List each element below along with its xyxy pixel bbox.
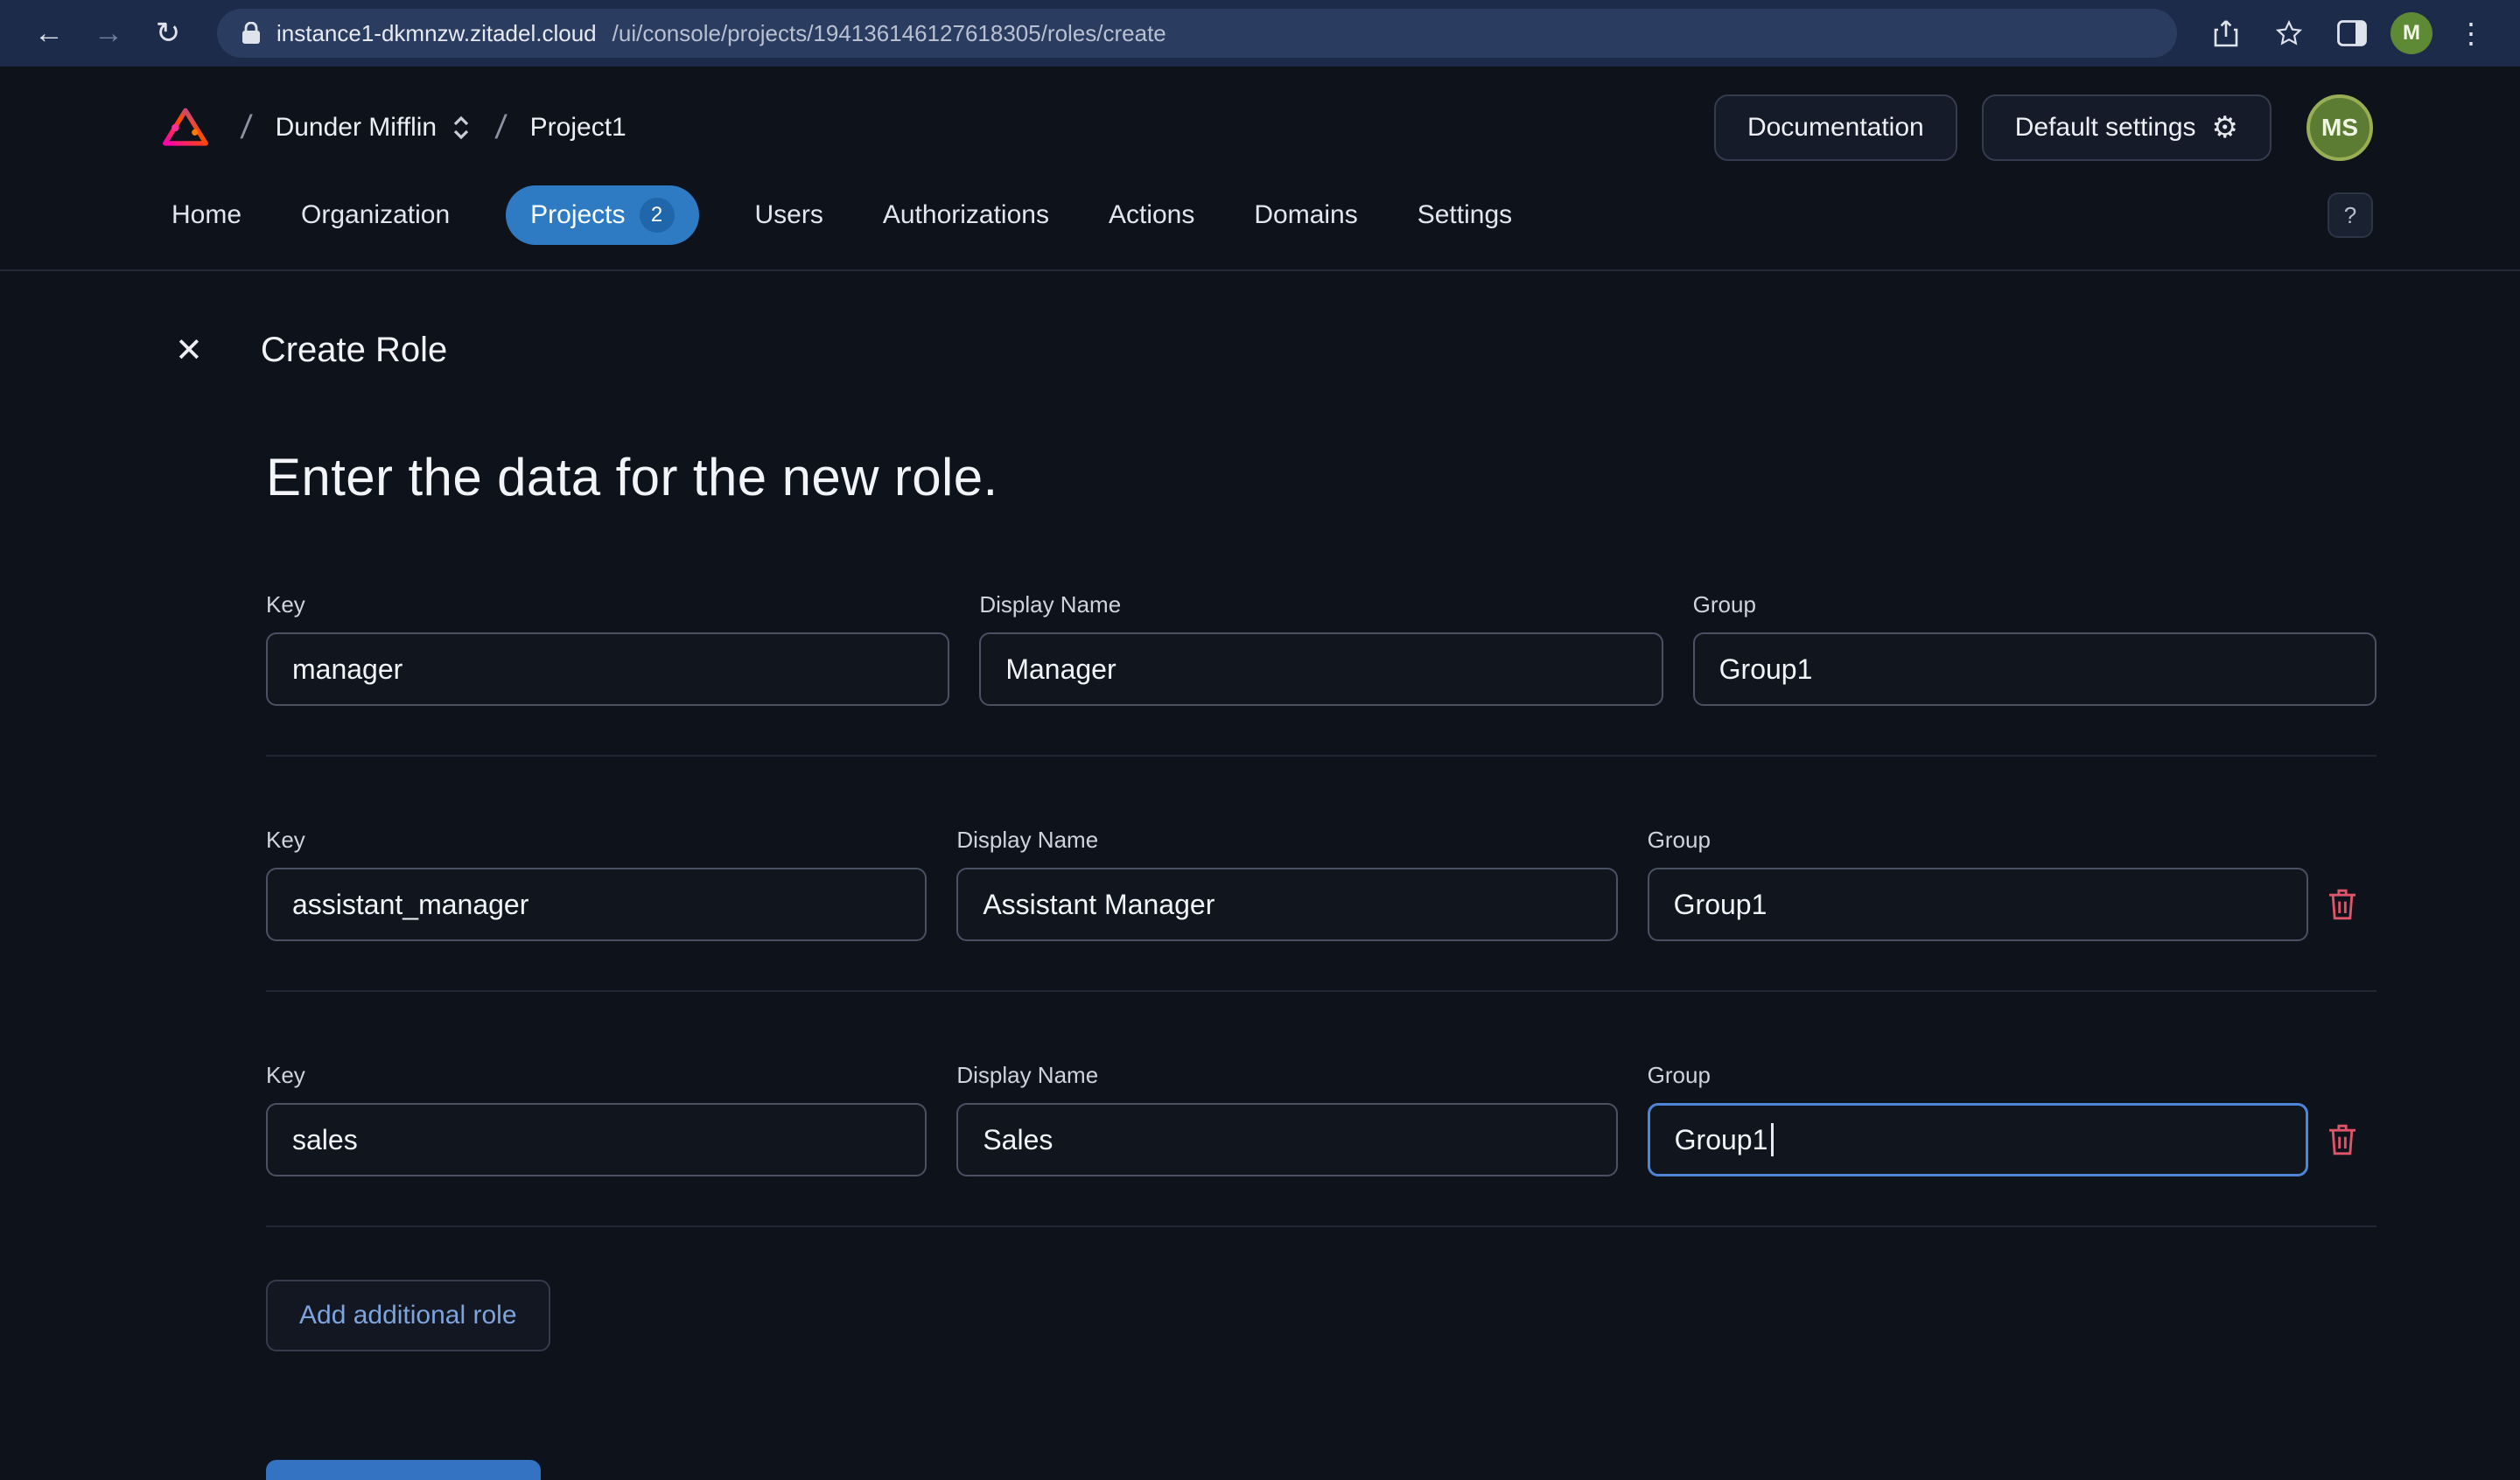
bookmark-button[interactable] — [2264, 9, 2314, 58]
share-icon — [2214, 20, 2238, 47]
tab-home[interactable]: Home — [168, 188, 245, 242]
text-cursor — [1771, 1123, 1774, 1156]
group-field-3: Group Group1 — [1647, 1062, 2308, 1176]
browser-toolbar: ← → ↻ instance1-dkmnzw.zitadel.cloud/ui/… — [0, 0, 2520, 66]
group-label: Group — [1692, 591, 1756, 618]
display-name-value-3: Sales — [983, 1123, 1054, 1155]
main-nav: Home Organization Projects 2 Users Autho… — [0, 178, 2520, 271]
console-header: / Dunder Mifflin / Project1 Documentatio… — [0, 66, 2520, 178]
key-value-2: assistant_manager — [292, 888, 529, 920]
close-button[interactable]: ✕ — [175, 334, 203, 367]
tab-authorizations[interactable]: Authorizations — [879, 188, 1053, 242]
org-name: Dunder Mifflin — [275, 113, 438, 142]
gear-icon: ⚙ — [2211, 111, 2238, 144]
display-name-label: Display Name — [956, 1062, 1099, 1088]
zitadel-logo[interactable] — [154, 98, 217, 157]
side-panel-icon — [2337, 20, 2367, 46]
role-row-2: Key assistant_manager Display Name Assis… — [266, 827, 2376, 941]
tab-domains[interactable]: Domains — [1250, 188, 1361, 242]
help-button[interactable]: ? — [2328, 192, 2373, 238]
save-button[interactable]: Save — [266, 1460, 541, 1480]
row-divider — [266, 990, 2376, 992]
key-field-1: Key manager — [266, 591, 950, 706]
role-row-3: Key sales Display Name Sales Group Group… — [266, 1062, 2376, 1176]
form-heading: Enter the data for the new role. — [266, 448, 998, 506]
row-divider — [266, 1225, 2376, 1227]
tab-projects[interactable]: Projects 2 — [506, 185, 699, 245]
default-settings-label: Default settings — [2014, 113, 2196, 142]
role-row-1: Key manager Display Name Manager Group G… — [266, 591, 2376, 706]
row-divider — [266, 755, 2376, 757]
reload-button[interactable]: ↻ — [144, 9, 192, 58]
key-label: Key — [266, 1062, 305, 1088]
group-input-1[interactable]: Group1 — [1692, 632, 2376, 706]
group-value-2: Group1 — [1673, 888, 1768, 920]
group-label: Group — [1647, 1062, 1711, 1088]
user-avatar[interactable]: MS — [2306, 94, 2373, 161]
side-panel-button[interactable] — [2328, 9, 2376, 58]
forward-button[interactable]: → — [84, 9, 133, 58]
group-field-1: Group Group1 — [1692, 591, 2376, 706]
default-settings-button[interactable]: Default settings ⚙ — [1981, 94, 2272, 161]
display-name-label: Display Name — [956, 827, 1099, 853]
browser-profile-avatar[interactable]: M — [2390, 12, 2432, 54]
tab-organization[interactable]: Organization — [298, 188, 453, 242]
group-value-3: Group1 — [1674, 1123, 1768, 1155]
org-switcher[interactable]: Dunder Mifflin — [276, 113, 472, 143]
tab-users[interactable]: Users — [752, 188, 827, 242]
share-button[interactable] — [2202, 9, 2250, 58]
display-name-value-1: Manager — [1005, 653, 1116, 685]
delete-role-button-2[interactable] — [2308, 868, 2376, 941]
browser-menu-button[interactable]: ⋮ — [2446, 9, 2496, 58]
projects-count-badge: 2 — [639, 198, 675, 233]
delete-role-button-3[interactable] — [2308, 1103, 2376, 1176]
display-name-input-1[interactable]: Manager — [979, 632, 1663, 706]
project-name[interactable]: Project1 — [530, 113, 626, 143]
group-field-2: Group Group1 — [1647, 827, 2308, 941]
group-input-3[interactable]: Group1 — [1647, 1103, 2308, 1176]
trash-icon — [2329, 889, 2356, 920]
key-value-1: manager — [292, 653, 403, 685]
trash-icon — [2329, 1124, 2356, 1155]
key-field-2: Key assistant_manager — [266, 827, 928, 941]
tab-projects-label: Projects — [530, 200, 626, 229]
page-title: Create Role — [260, 331, 448, 369]
back-button[interactable]: ← — [24, 9, 74, 58]
display-name-input-2[interactable]: Assistant Manager — [956, 868, 1618, 941]
documentation-label: Documentation — [1746, 113, 1924, 142]
display-name-field-3: Display Name Sales — [956, 1062, 1618, 1176]
group-input-2[interactable]: Group1 — [1647, 868, 2308, 941]
display-name-field-2: Display Name Assistant Manager — [956, 827, 1618, 941]
create-role-content: ✕ Create Role Enter the data for the new… — [0, 271, 2520, 1480]
key-field-3: Key sales — [266, 1062, 928, 1176]
breadcrumb-separator: / — [494, 108, 508, 146]
unfold-icon — [453, 115, 469, 140]
star-icon — [2275, 19, 2303, 45]
add-additional-role-button[interactable]: Add additional role — [266, 1280, 550, 1351]
browser-actions: M ⋮ — [2202, 9, 2496, 58]
key-input-2[interactable]: assistant_manager — [266, 868, 928, 941]
tab-settings[interactable]: Settings — [1414, 188, 1516, 242]
display-name-value-2: Assistant Manager — [983, 888, 1215, 920]
tab-actions[interactable]: Actions — [1105, 188, 1198, 242]
group-value-1: Group1 — [1718, 653, 1813, 685]
documentation-button[interactable]: Documentation — [1713, 94, 1957, 161]
display-name-field-1: Display Name Manager — [979, 591, 1663, 706]
display-name-input-3[interactable]: Sales — [956, 1103, 1618, 1176]
breadcrumb-separator: / — [239, 108, 254, 146]
address-bar[interactable]: instance1-dkmnzw.zitadel.cloud/ui/consol… — [217, 9, 2177, 58]
lock-icon — [242, 22, 260, 44]
key-input-1[interactable]: manager — [266, 632, 950, 706]
group-label: Group — [1647, 827, 1711, 853]
url-domain: instance1-dkmnzw.zitadel.cloud — [276, 19, 597, 46]
key-label: Key — [266, 591, 305, 618]
key-input-3[interactable]: sales — [266, 1103, 928, 1176]
zitadel-console-page: ← → ↻ instance1-dkmnzw.zitadel.cloud/ui/… — [0, 0, 2520, 1480]
key-value-3: sales — [292, 1123, 358, 1155]
key-label: Key — [266, 827, 305, 853]
url-path: /ui/console/projects/194136146127618305/… — [612, 19, 1166, 46]
role-form: Enter the data for the new role. Key man… — [266, 447, 2376, 1480]
display-name-label: Display Name — [979, 591, 1122, 618]
